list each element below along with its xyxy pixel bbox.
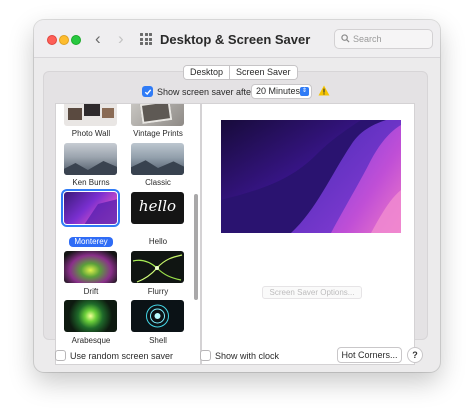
help-button[interactable]: ? [407,347,423,363]
preview-pane: Screen Saver Options... [201,103,415,365]
thumb-ken-burns[interactable] [64,143,117,175]
delay-select-value: 20 Minutes [256,86,301,96]
thumb-flurry[interactable] [131,251,184,283]
forward-chevron-icon[interactable]: › [118,30,124,48]
preferences-window: ‹ › Desktop & Screen Saver Desktop Scree… [34,20,440,372]
show-with-clock-row[interactable]: Show with clock [200,350,279,361]
thumb-monterey[interactable] [61,189,120,227]
thumb-drift[interactable] [64,251,117,283]
random-screen-saver-label: Use random screen saver [70,350,174,361]
thumb-shell[interactable] [131,300,184,332]
list-scrollbar[interactable] [194,194,198,300]
thumb-arabesque[interactable] [64,300,117,332]
label-vintage-prints: Vintage Prints [133,129,183,138]
label-shell: Shell [149,336,167,345]
hello-thumb-text: hello [138,197,177,215]
label-drift: Drift [83,287,99,296]
label-classic: Classic [145,178,171,187]
search-icon [341,34,350,43]
close-button[interactable] [47,35,57,45]
tab-desktop[interactable]: Desktop [184,66,231,79]
screen-saver-options-button[interactable]: Screen Saver Options... [262,286,362,299]
monterey-preview [221,120,401,233]
screen-saver-list[interactable]: Photo Wall Vintage Prints Ken Burns Clas… [55,103,201,365]
hot-corners-button[interactable]: Hot Corners... [337,347,402,363]
zoom-button[interactable] [71,35,81,45]
flurry-art [132,254,183,283]
monterey-preview-art [221,120,401,233]
shell-art [146,304,169,328]
show-all-grid-icon[interactable] [140,33,152,45]
tab-screen-saver[interactable]: Screen Saver [230,66,297,79]
show-screen-saver-label: Show screen saver after [157,86,255,97]
thumb-photo-wall[interactable] [64,104,117,126]
label-monterey: Monterey [69,237,113,247]
label-arabesque: Arabesque [71,336,111,345]
back-chevron-icon[interactable]: ‹ [95,30,101,48]
minimize-button[interactable] [59,35,69,45]
tab-bar: Desktop Screen Saver [183,65,298,80]
warning-icon[interactable] [318,85,330,96]
thumb-hello[interactable]: hello [131,192,184,224]
delay-select[interactable]: 20 Minutes ⇕ [251,84,312,99]
search-field[interactable] [334,29,433,49]
show-with-clock-checkbox[interactable] [200,350,211,361]
label-flurry: Flurry [147,287,169,296]
window-title: Desktop & Screen Saver [160,32,311,47]
show-screen-saver-checkbox[interactable] [142,86,153,97]
title-bar: ‹ › Desktop & Screen Saver [34,20,440,58]
show-with-clock-label: Show with clock [215,350,280,361]
search-input[interactable] [353,32,429,46]
show-screen-saver-row[interactable]: Show screen saver after [142,86,254,97]
label-photo-wall: Photo Wall [71,129,111,138]
label-hello: Hello [148,237,168,246]
random-screen-saver-checkbox[interactable] [55,350,66,361]
thumb-vintage-prints[interactable] [131,104,184,126]
checkmark-icon [144,88,151,95]
random-screen-saver-row[interactable]: Use random screen saver [55,350,173,361]
select-stepper-icon: ⇕ [300,87,309,96]
label-ken-burns: Ken Burns [72,178,110,187]
thumb-classic[interactable] [131,143,184,175]
